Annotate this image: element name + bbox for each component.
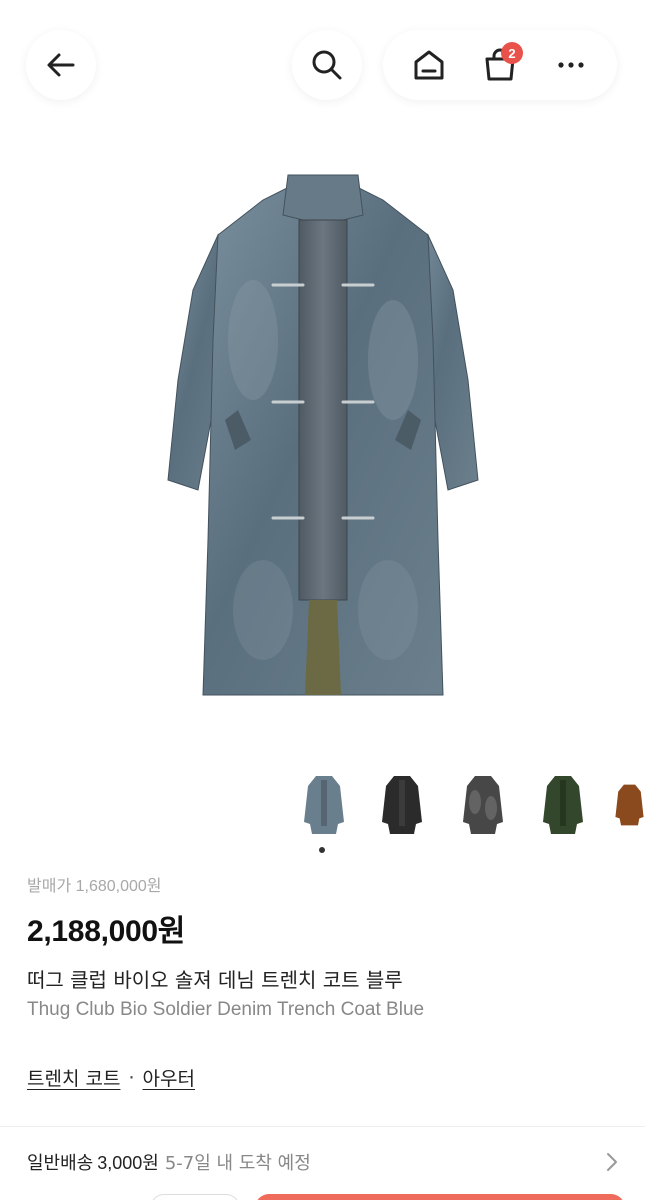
- primary-action-button[interactable]: [255, 1194, 625, 1200]
- section-divider: [0, 1126, 645, 1127]
- back-arrow-icon: [47, 53, 75, 77]
- secondary-action-button[interactable]: [150, 1194, 240, 1200]
- denim-coat-illustration: [166, 174, 479, 696]
- home-button[interactable]: [404, 40, 454, 90]
- more-button[interactable]: [546, 40, 596, 90]
- header-actions: 2: [383, 30, 617, 100]
- shipping-fee: 3,000원: [97, 1153, 159, 1173]
- home-icon: [414, 50, 444, 80]
- top-navigation-bar: 2: [0, 0, 645, 140]
- category-separator: ·: [128, 1066, 135, 1089]
- thumbnail-olive-green[interactable]: [535, 768, 591, 842]
- category-breadcrumb: 트렌치 코트 · 아우터: [27, 1064, 195, 1091]
- thumbnail-brown[interactable]: [614, 768, 645, 842]
- category-link-trench-coat[interactable]: 트렌치 코트: [27, 1064, 120, 1091]
- cart-count-badge: 2: [500, 42, 523, 64]
- search-icon: [312, 50, 342, 80]
- shipping-eta: 5-7일 내 도착 예정: [164, 1153, 311, 1174]
- chevron-right-icon: [607, 1153, 617, 1171]
- carousel-indicator-dot: [319, 847, 325, 853]
- product-info: 발매가 1,680,000원 2,188,000원 떠그 클럽 바이오 솔져 데…: [27, 872, 627, 1021]
- product-title-english: Thug Club Bio Soldier Denim Trench Coat …: [27, 999, 425, 1020]
- thumbnail-blue-denim[interactable]: [296, 768, 352, 842]
- thumbnail-strip: [0, 768, 645, 858]
- thumbnail-black[interactable]: [374, 768, 430, 842]
- thumbnail-black-grey[interactable]: [455, 768, 511, 842]
- category-link-outer[interactable]: 아우터: [143, 1064, 195, 1091]
- sale-price: 2,188,000원: [27, 915, 186, 948]
- shipping-type: 일반배송: [27, 1153, 94, 1174]
- search-button[interactable]: [292, 30, 362, 100]
- shipping-info-row[interactable]: 일반배송 3,000원 5-7일 내 도착 예정: [27, 1148, 622, 1176]
- back-button[interactable]: [26, 30, 96, 100]
- more-dots-icon: [558, 62, 584, 68]
- product-main-image[interactable]: [0, 140, 645, 760]
- product-title-korean: 떠그 클럽 바이오 솔져 데님 트렌치 코트 블루: [27, 968, 403, 992]
- list-price: 발매가 1,680,000원: [27, 878, 162, 895]
- cart-button[interactable]: 2: [475, 40, 525, 90]
